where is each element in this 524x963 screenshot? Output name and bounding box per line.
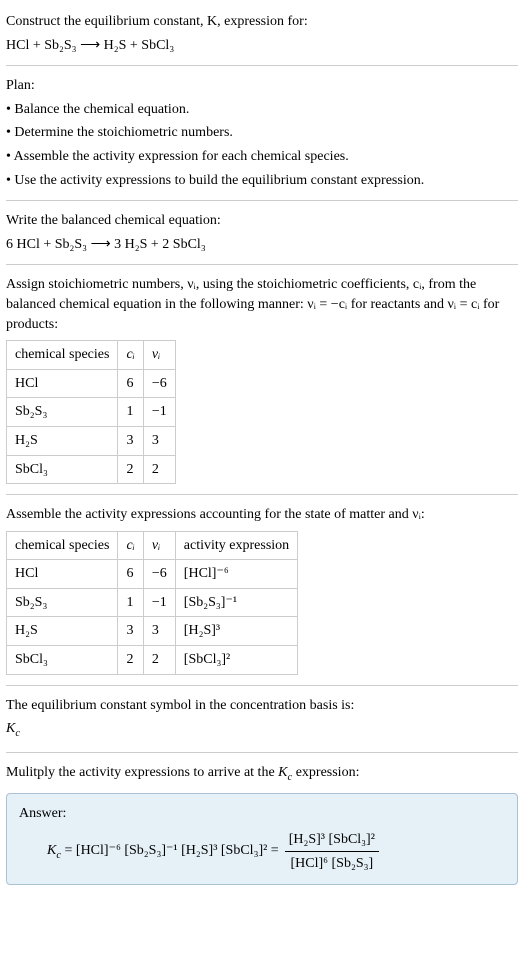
table-cell: 2 bbox=[118, 455, 143, 484]
table-header: chemical species bbox=[7, 531, 118, 560]
table-cell: 1 bbox=[118, 588, 143, 617]
table-cell: SbCl₃ bbox=[7, 455, 118, 484]
answer-expression: Kc = [HCl]⁻⁶ [Sb₂S₃]⁻¹ [H₂S]³ [SbCl₃]² =… bbox=[19, 830, 505, 874]
plan-bullet-1: • Balance the chemical equation. bbox=[6, 100, 518, 120]
divider-3 bbox=[6, 264, 518, 265]
unbalanced-equation: HCl + Sb₂S₃ ⟶ H₂S + SbCl₃ bbox=[6, 36, 518, 56]
table-cell: 3 bbox=[143, 426, 175, 455]
answer-numerator: [H₂S]³ [SbCl₃]² bbox=[285, 830, 379, 853]
table-header: νᵢ bbox=[143, 531, 175, 560]
table-cell: HCl bbox=[7, 369, 118, 398]
answer-denominator: [HCl]⁶ [Sb₂S₃] bbox=[286, 852, 377, 874]
table-row: SbCl₃ 2 2 bbox=[7, 455, 176, 484]
table-cell: 3 bbox=[143, 617, 175, 646]
table-cell: −6 bbox=[143, 560, 175, 589]
table-cell: HCl bbox=[7, 560, 118, 589]
table-cell: [HCl]⁻⁶ bbox=[175, 560, 297, 589]
table-cell: 6 bbox=[118, 369, 143, 398]
divider-6 bbox=[6, 752, 518, 753]
table-header: activity expression bbox=[175, 531, 297, 560]
table-cell: SbCl₃ bbox=[7, 646, 118, 675]
table-row: HCl 6 −6 bbox=[7, 369, 176, 398]
basis-symbol: Kc bbox=[6, 719, 518, 741]
table-cell: 6 bbox=[118, 560, 143, 589]
table-row: chemical species cᵢ νᵢ bbox=[7, 341, 176, 370]
plan-bullet-3: • Assemble the activity expression for e… bbox=[6, 147, 518, 167]
table-cell: H₂S bbox=[7, 426, 118, 455]
balanced-equation: 6 HCl + Sb₂S₃ ⟶ 3 H₂S + 2 SbCl₃ bbox=[6, 235, 518, 255]
table-cell: 2 bbox=[143, 646, 175, 675]
table-row: chemical species cᵢ νᵢ activity expressi… bbox=[7, 531, 298, 560]
stoich-table: chemical species cᵢ νᵢ HCl 6 −6 Sb₂S₃ 1 … bbox=[6, 340, 176, 484]
table-cell: 2 bbox=[143, 455, 175, 484]
answer-fraction: [H₂S]³ [SbCl₃]² [HCl]⁶ [Sb₂S₃] bbox=[285, 830, 379, 874]
plan-heading: Plan: bbox=[6, 76, 518, 96]
table-cell: H₂S bbox=[7, 617, 118, 646]
plan-bullet-2: • Determine the stoichiometric numbers. bbox=[6, 123, 518, 143]
table-cell: 2 bbox=[118, 646, 143, 675]
table-cell: Sb₂S₃ bbox=[7, 398, 118, 427]
multiply-intro: Mulitply the activity expressions to arr… bbox=[6, 763, 518, 785]
table-cell: −6 bbox=[143, 369, 175, 398]
table-cell: 3 bbox=[118, 426, 143, 455]
table-row: Sb₂S₃ 1 −1 [Sb₂S₃]⁻¹ bbox=[7, 588, 298, 617]
table-row: H₂S 3 3 bbox=[7, 426, 176, 455]
activity-table: chemical species cᵢ νᵢ activity expressi… bbox=[6, 531, 298, 675]
basis-line1: The equilibrium constant symbol in the c… bbox=[6, 696, 518, 716]
table-cell: [SbCl₃]² bbox=[175, 646, 297, 675]
answer-box: Answer: Kc = [HCl]⁻⁶ [Sb₂S₃]⁻¹ [H₂S]³ [S… bbox=[6, 793, 518, 885]
answer-lhs: Kc = [HCl]⁻⁶ [Sb₂S₃]⁻¹ [H₂S]³ [SbCl₃]² = bbox=[47, 841, 279, 863]
activity-intro: Assemble the activity expressions accoun… bbox=[6, 505, 518, 525]
divider-2 bbox=[6, 200, 518, 201]
table-header: chemical species bbox=[7, 341, 118, 370]
table-cell: Sb₂S₃ bbox=[7, 588, 118, 617]
table-row: HCl 6 −6 [HCl]⁻⁶ bbox=[7, 560, 298, 589]
table-cell: −1 bbox=[143, 588, 175, 617]
table-row: SbCl₃ 2 2 [SbCl₃]² bbox=[7, 646, 298, 675]
table-header: cᵢ bbox=[118, 531, 143, 560]
table-cell: 3 bbox=[118, 617, 143, 646]
plan-bullet-4: • Use the activity expressions to build … bbox=[6, 171, 518, 191]
prompt-line1: Construct the equilibrium constant, K, e… bbox=[6, 12, 518, 32]
table-header: cᵢ bbox=[118, 341, 143, 370]
divider-5 bbox=[6, 685, 518, 686]
table-row: H₂S 3 3 [H₂S]³ bbox=[7, 617, 298, 646]
stoich-intro: Assign stoichiometric numbers, νᵢ, using… bbox=[6, 275, 518, 334]
table-cell: −1 bbox=[143, 398, 175, 427]
divider-1 bbox=[6, 65, 518, 66]
table-cell: [H₂S]³ bbox=[175, 617, 297, 646]
table-cell: [Sb₂S₃]⁻¹ bbox=[175, 588, 297, 617]
answer-label: Answer: bbox=[19, 804, 505, 824]
table-header: νᵢ bbox=[143, 341, 175, 370]
table-row: Sb₂S₃ 1 −1 bbox=[7, 398, 176, 427]
table-cell: 1 bbox=[118, 398, 143, 427]
divider-4 bbox=[6, 494, 518, 495]
balanced-heading: Write the balanced chemical equation: bbox=[6, 211, 518, 231]
